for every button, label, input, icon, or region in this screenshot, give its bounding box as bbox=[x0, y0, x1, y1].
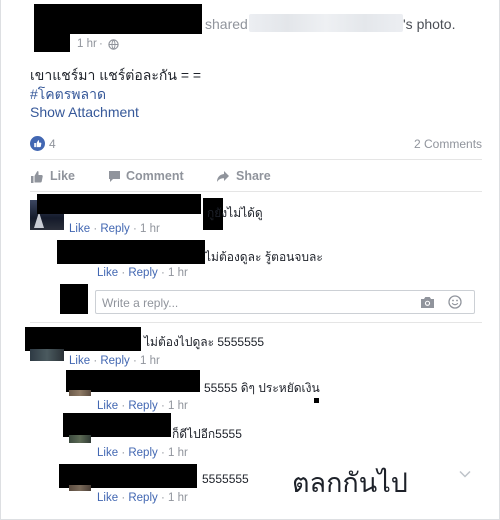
chevron-down-icon[interactable] bbox=[459, 470, 471, 478]
redacted-user-avatar bbox=[60, 284, 88, 314]
reply-meta: Like · Reply · 1 hr bbox=[97, 492, 188, 504]
shared-photo-link[interactable]: 's photo. bbox=[403, 16, 456, 32]
show-attachment-link[interactable]: Show Attachment bbox=[30, 104, 139, 120]
redacted-replier-avatar-and-name bbox=[57, 240, 205, 264]
comment-like-link[interactable]: Like bbox=[69, 355, 90, 367]
redacted-replier-avatar-and-name bbox=[66, 370, 200, 392]
dot-separator: · bbox=[99, 38, 103, 50]
redacted-commenter-name bbox=[25, 327, 141, 351]
reply-like-link[interactable]: Like bbox=[97, 267, 118, 279]
reply-like-link[interactable]: Like bbox=[97, 447, 118, 459]
dot-separator: · bbox=[160, 267, 165, 279]
replier-avatar[interactable] bbox=[69, 435, 91, 443]
hashtag-link[interactable]: #โคตรพลาด bbox=[30, 84, 106, 106]
dot-separator: · bbox=[121, 267, 126, 279]
reply-time[interactable]: 1 hr bbox=[168, 447, 188, 459]
like-reaction-icon[interactable] bbox=[30, 136, 45, 151]
reply-meta: Like · Reply · 1 hr bbox=[97, 400, 188, 412]
divider bbox=[30, 322, 482, 323]
reply-reply-link[interactable]: Reply bbox=[128, 267, 157, 279]
redacted-author-avatar bbox=[34, 4, 70, 52]
comment-button-label: Comment bbox=[126, 169, 184, 183]
divider bbox=[30, 159, 482, 160]
comment-reply-link[interactable]: Reply bbox=[100, 223, 129, 235]
share-button-label: Share bbox=[236, 169, 271, 183]
reply-input-placeholder: Write a reply... bbox=[102, 296, 179, 310]
comment-bubble-icon bbox=[109, 171, 120, 182]
dot-separator: · bbox=[160, 492, 165, 504]
reply-like-link[interactable]: Like bbox=[97, 400, 118, 412]
reply-input[interactable]: Write a reply... bbox=[95, 290, 475, 314]
reply-reply-link[interactable]: Reply bbox=[128, 492, 157, 504]
dot-separator: · bbox=[121, 400, 126, 412]
blurred-original-poster bbox=[249, 14, 403, 32]
comment-time[interactable]: 1 hr bbox=[140, 223, 160, 235]
dot-separator: · bbox=[132, 355, 137, 367]
divider bbox=[30, 191, 482, 192]
comment-reply-link[interactable]: Reply bbox=[100, 355, 129, 367]
reply-text: ไม่ต้องดูละ รู้ตอนจบละ bbox=[205, 250, 323, 264]
dot-separator: · bbox=[121, 492, 126, 504]
reply-text: 5555555 bbox=[202, 472, 249, 486]
like-button-label: Like bbox=[50, 169, 76, 183]
reply-text: ก็ดีไปอีก5555 bbox=[172, 427, 242, 441]
commenter-avatar[interactable] bbox=[30, 349, 64, 361]
reply-reply-link[interactable]: Reply bbox=[128, 400, 157, 412]
reply-text: 55555 ดิๆ ประหยัดเงิน bbox=[204, 381, 320, 395]
comment-count-link[interactable]: 2 Comments bbox=[414, 137, 482, 151]
redacted-commenter-name bbox=[37, 194, 201, 214]
reply-like-link[interactable]: Like bbox=[97, 492, 118, 504]
like-count[interactable]: 4 bbox=[49, 137, 56, 151]
emoji-icon[interactable] bbox=[448, 295, 462, 309]
reply-time[interactable]: 1 hr bbox=[168, 492, 188, 504]
reply-meta: Like · Reply · 1 hr bbox=[97, 267, 188, 279]
dot-separator: · bbox=[121, 447, 126, 459]
stray-mark bbox=[314, 398, 319, 403]
comment-meta: Like · Reply · 1 hr bbox=[69, 223, 160, 235]
share-arrow-icon bbox=[217, 171, 229, 182]
comment-text: ไม่ต้องไปดูละ 5555555 bbox=[144, 335, 265, 349]
overlay-caption: ตลกกันไป bbox=[292, 468, 408, 499]
dot-separator: · bbox=[93, 355, 98, 367]
reply-time[interactable]: 1 hr bbox=[168, 267, 188, 279]
post-time[interactable]: 1 hr bbox=[77, 38, 97, 50]
replier-avatar[interactable] bbox=[69, 390, 91, 396]
globe-icon bbox=[108, 39, 119, 50]
comment-time[interactable]: 1 hr bbox=[140, 355, 160, 367]
comment-text: กูยังไม่ได้ดู bbox=[207, 206, 263, 220]
dot-separator: · bbox=[93, 223, 98, 235]
camera-icon[interactable] bbox=[420, 296, 435, 309]
dot-separator: · bbox=[160, 447, 165, 459]
replier-avatar[interactable] bbox=[69, 485, 91, 491]
reply-time[interactable]: 1 hr bbox=[168, 400, 188, 412]
post-card: shared 's photo. 1 hr · เขาแชร์มา แชร์ต่… bbox=[0, 0, 500, 520]
dot-separator: · bbox=[160, 400, 165, 412]
reply-reply-link[interactable]: Reply bbox=[128, 447, 157, 459]
reply-meta: Like · Reply · 1 hr bbox=[97, 447, 188, 459]
redacted-replier-avatar-and-name bbox=[63, 413, 171, 437]
comment-like-link[interactable]: Like bbox=[69, 223, 90, 235]
thumbs-up-icon bbox=[31, 171, 43, 183]
dot-separator: · bbox=[132, 223, 137, 235]
comment-meta: Like · Reply · 1 hr bbox=[69, 355, 160, 367]
shared-label: shared bbox=[205, 16, 248, 32]
